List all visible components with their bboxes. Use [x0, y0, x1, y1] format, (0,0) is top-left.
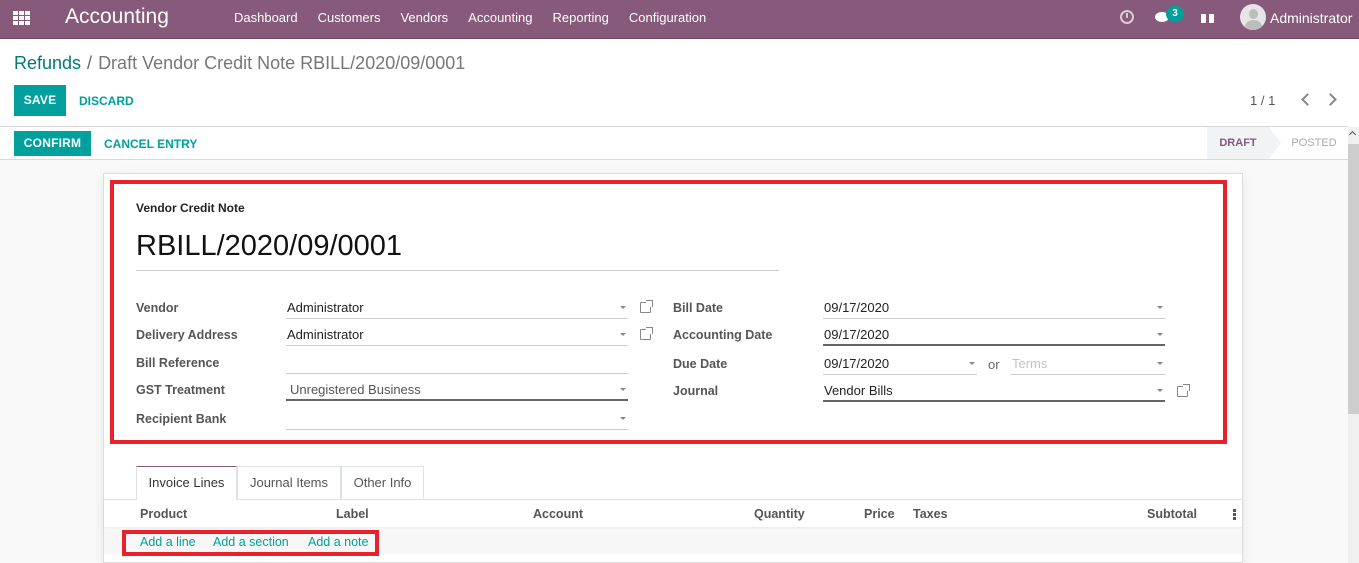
pager-next-icon[interactable]	[1325, 91, 1339, 107]
menu-customers[interactable]: Customers	[318, 10, 381, 25]
divider	[0, 126, 1348, 127]
menu-reporting[interactable]: Reporting	[553, 10, 609, 25]
menu-dashboard[interactable]: Dashboard	[234, 10, 298, 25]
column-label[interactable]: Label	[336, 507, 369, 521]
scrollbar[interactable]	[1348, 127, 1359, 563]
status-draft: DRAFT	[1207, 127, 1281, 159]
tab-journal-items[interactable]: Journal Items	[237, 466, 341, 499]
column-subtotal[interactable]: Subtotal	[1147, 507, 1197, 521]
tab-invoice-lines[interactable]: Invoice Lines	[136, 466, 237, 500]
column-taxes[interactable]: Taxes	[913, 507, 948, 521]
column-quantity[interactable]: Quantity	[754, 507, 805, 521]
activity-clock-icon[interactable]	[1120, 10, 1134, 24]
column-account[interactable]: Account	[533, 507, 583, 521]
pager-previous-icon[interactable]	[1299, 91, 1313, 107]
user-avatar[interactable]	[1240, 4, 1266, 30]
column-price[interactable]: Price	[864, 507, 895, 521]
highlight-box-add-links	[122, 530, 379, 556]
invoice-lines-header	[104, 500, 1242, 528]
column-product[interactable]: Product	[140, 507, 187, 521]
apps-menu-icon[interactable]	[13, 11, 31, 25]
cancel-entry-button[interactable]: CANCEL ENTRY	[104, 137, 197, 151]
user-menu[interactable]: Administrator	[1270, 10, 1352, 26]
menu-vendors[interactable]: Vendors	[400, 10, 448, 25]
top-navbar: Accounting Dashboard Customers Vendors A…	[0, 0, 1359, 39]
menu-accounting[interactable]: Accounting	[468, 10, 532, 25]
scroll-thumb[interactable]	[1348, 144, 1359, 414]
status-posted[interactable]: POSTED	[1284, 127, 1344, 159]
breadcrumb-separator: /	[87, 53, 93, 73]
divider	[0, 159, 1348, 160]
tab-other-info[interactable]: Other Info	[341, 466, 424, 499]
confirm-button[interactable]: CONFIRM	[14, 131, 91, 156]
save-button[interactable]: SAVE	[14, 85, 66, 116]
breadcrumb: Refunds / Draft Vendor Credit Note RBILL/2…	[14, 53, 465, 74]
breadcrumb-refunds[interactable]: Refunds	[14, 53, 81, 73]
highlight-box-header-fields	[110, 180, 1227, 444]
optional-columns-icon[interactable]	[1233, 509, 1236, 520]
menu-configuration[interactable]: Configuration	[629, 10, 706, 25]
app-title[interactable]: Accounting	[65, 5, 169, 29]
main-menu: Dashboard Customers Vendors Accounting R…	[234, 10, 726, 25]
discard-button[interactable]: DISCARD	[79, 94, 134, 108]
messages-badge: 3	[1166, 6, 1184, 22]
scroll-up-icon[interactable]	[1349, 130, 1357, 136]
gift-icon[interactable]	[1201, 10, 1214, 23]
pager-value: 1 / 1	[1250, 93, 1276, 108]
breadcrumb-current: Draft Vendor Credit Note RBILL/2020/09/0…	[98, 53, 466, 73]
